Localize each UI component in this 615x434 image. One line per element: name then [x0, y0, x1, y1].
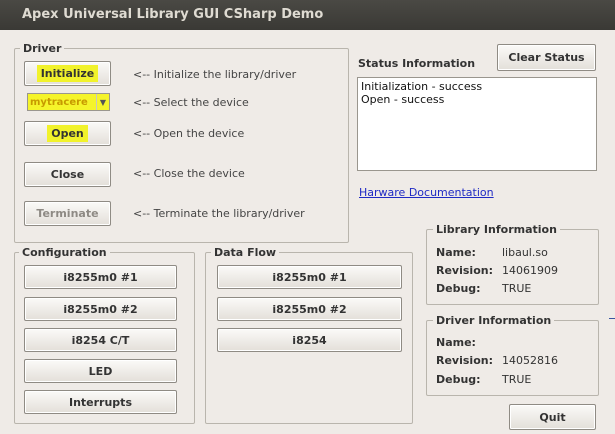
library-name-label: Name: — [436, 246, 476, 259]
status-text-area[interactable]: Initialization - success Open - success — [357, 77, 597, 171]
status-line: Initialization - success — [361, 80, 483, 93]
quit-button[interactable]: Quit — [509, 404, 596, 430]
open-label: Open — [47, 125, 88, 142]
dataflow-i8254-label: i8254 — [292, 333, 327, 347]
driver-revision-label: Revision: — [436, 354, 493, 367]
config-i8255m0-1-button[interactable]: i8255m0 #1 — [24, 265, 177, 289]
configuration-legend: Configuration — [19, 246, 110, 259]
clear-status-button[interactable]: Clear Status — [497, 44, 596, 71]
library-debug-label: Debug: — [436, 282, 481, 295]
library-debug-value: TRUE — [502, 282, 532, 295]
quit-label: Quit — [539, 410, 566, 424]
config-interrupts-button[interactable]: Interrupts — [24, 390, 177, 414]
driver-info-legend: Driver Information — [433, 314, 555, 327]
window-title: Apex Universal Library GUI CSharp Demo — [0, 0, 615, 30]
terminate-button[interactable]: Terminate — [24, 201, 111, 226]
config-interrupts-label: Interrupts — [68, 395, 132, 409]
dataflow-i8255m0-1-button[interactable]: i8255m0 #1 — [217, 265, 402, 289]
chevron-down-icon: ▼ — [96, 94, 109, 110]
status-label: Status Information — [358, 57, 476, 70]
config-i8254-ct-button[interactable]: i8254 C/T — [24, 328, 177, 352]
edge-marker — [609, 318, 615, 319]
driver-name-label: Name: — [436, 336, 476, 349]
driver-revision-value: 14052816 — [502, 354, 558, 367]
hardware-documentation-link[interactable]: Harware Documentation — [359, 186, 494, 199]
driver-debug-value: TRUE — [502, 373, 532, 386]
terminate-label: Terminate — [36, 207, 99, 220]
clear-status-label: Clear Status — [508, 51, 585, 64]
device-select[interactable]: mytracere ▼ — [27, 93, 110, 111]
driver-debug-label: Debug: — [436, 373, 481, 386]
dataflow-i8255m0-2-button[interactable]: i8255m0 #2 — [217, 297, 402, 321]
status-line: Open - success — [361, 93, 445, 106]
driver-legend: Driver — [20, 42, 65, 55]
config-i8255m0-1-label: i8255m0 #1 — [63, 270, 138, 284]
library-revision-value: 14061909 — [502, 264, 558, 277]
open-button[interactable]: Open — [24, 121, 111, 146]
device-desc: <-- Select the device — [133, 96, 249, 109]
initialize-desc: <-- Initialize the library/driver — [133, 68, 297, 81]
data-flow-legend: Data Flow — [211, 246, 280, 259]
dataflow-i8254-button[interactable]: i8254 — [217, 328, 402, 352]
config-led-button[interactable]: LED — [24, 359, 177, 383]
library-name-value: libaul.so — [502, 246, 548, 259]
library-revision-label: Revision: — [436, 264, 493, 277]
config-i8254-ct-label: i8254 C/T — [71, 333, 130, 347]
device-select-value: mytracere — [30, 96, 88, 108]
config-i8255m0-2-label: i8255m0 #2 — [63, 302, 138, 316]
initialize-button[interactable]: Initialize — [24, 61, 111, 86]
terminate-desc: <-- Terminate the library/driver — [133, 207, 305, 220]
close-button[interactable]: Close — [24, 162, 111, 187]
library-info-legend: Library Information — [433, 223, 560, 236]
open-desc: <-- Open the device — [133, 127, 245, 140]
dataflow-i8255m0-1-label: i8255m0 #1 — [272, 270, 347, 284]
config-i8255m0-2-button[interactable]: i8255m0 #2 — [24, 297, 177, 321]
close-desc: <-- Close the device — [133, 167, 245, 180]
initialize-label: Initialize — [36, 65, 99, 82]
dataflow-i8255m0-2-label: i8255m0 #2 — [272, 302, 347, 316]
close-label: Close — [50, 168, 85, 181]
config-led-label: LED — [88, 364, 113, 378]
